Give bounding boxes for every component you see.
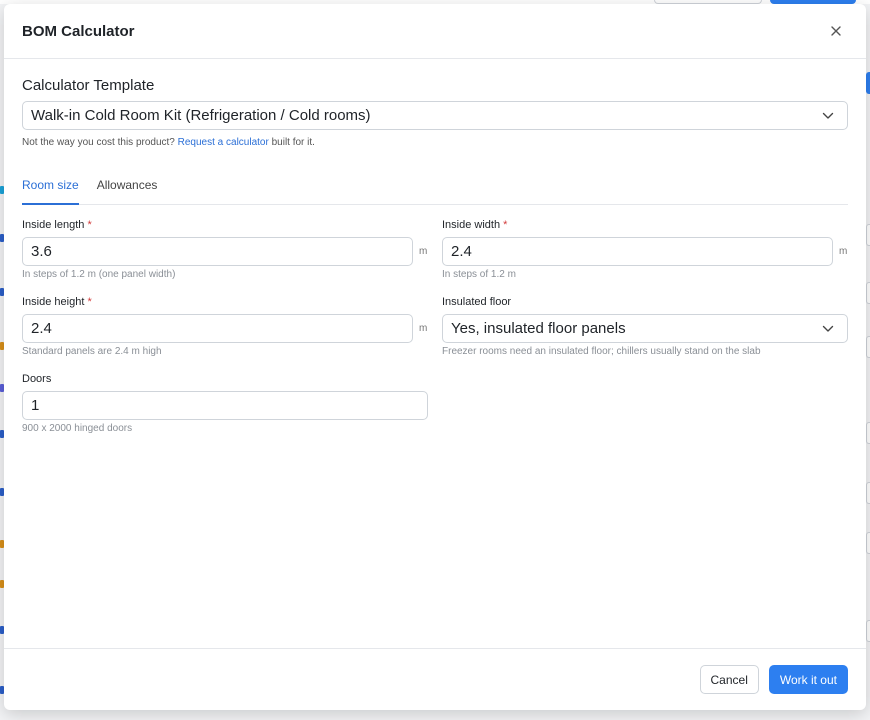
dialog-title: BOM Calculator (22, 22, 135, 40)
dialog-body: Calculator Template Walk-in Cold Room Ki… (4, 59, 866, 649)
inside-length-input[interactable] (22, 237, 413, 266)
inside-length-label: Inside length * (22, 219, 92, 231)
inside-width-label: Inside width * (442, 219, 508, 231)
cancel-button[interactable]: Cancel (699, 665, 759, 694)
inside-height-field: Inside height * m Standard panels are 2.… (22, 296, 432, 357)
close-button[interactable] (824, 19, 848, 43)
background-row-edge (866, 336, 870, 358)
inside-width-input[interactable] (442, 237, 833, 266)
background-row-edge (866, 422, 870, 444)
inside-height-unit: m (419, 323, 428, 334)
dialog-header: BOM Calculator (4, 4, 866, 59)
inside-height-hint: Standard panels are 2.4 m high (22, 346, 162, 357)
template-label: Calculator Template (22, 77, 155, 94)
dialog-footer: Cancel Work it out (4, 648, 866, 710)
close-icon (831, 26, 841, 36)
doors-hint: 900 x 2000 hinged doors (22, 423, 133, 434)
inside-height-input[interactable] (22, 314, 413, 343)
template-hint-suffix: built for it. (271, 137, 315, 148)
inside-width-field: Inside width * m In steps of 1.2 m (442, 219, 852, 280)
inside-length-hint: In steps of 1.2 m (one panel width) (22, 269, 176, 280)
doors-label: Doors (22, 373, 52, 385)
bom-calculator-dialog: BOM Calculator Calculator Template Walk-… (4, 4, 866, 710)
background-row-edge (866, 282, 870, 304)
inside-length-unit: m (419, 246, 428, 257)
insulated-floor-select[interactable]: Yes, insulated floor panels (442, 314, 848, 343)
inside-width-unit: m (839, 246, 848, 257)
chevron-down-icon (821, 322, 835, 336)
background-row-edge (866, 620, 870, 642)
background-row-edge (866, 224, 870, 246)
work-it-out-button[interactable]: Work it out (768, 665, 848, 694)
insulated-floor-value: Yes, insulated floor panels (451, 320, 626, 337)
tab-allowances[interactable]: Allowances (97, 172, 158, 205)
doors-input[interactable] (22, 391, 428, 420)
insulated-floor-hint: Freezer rooms need an insulated floor; c… (442, 346, 761, 357)
tab-room-size[interactable]: Room size (22, 172, 79, 205)
insulated-floor-field: Insulated floor Yes, insulated floor pan… (442, 296, 848, 357)
inside-height-label: Inside height * (22, 296, 92, 308)
inside-length-field: Inside length * m In steps of 1.2 m (one… (22, 219, 432, 280)
doors-field: Doors 900 x 2000 hinged doors (22, 373, 428, 434)
request-calculator-link[interactable]: Request a calculator (178, 137, 269, 148)
template-select-value: Walk-in Cold Room Kit (Refrigeration / C… (31, 107, 371, 124)
tab-bar: Room size Allowances (22, 172, 848, 205)
insulated-floor-label: Insulated floor (442, 296, 512, 308)
background-row-edge (866, 72, 870, 94)
template-hint-prefix: Not the way you cost this product? (22, 137, 175, 148)
background-row-edge (866, 532, 870, 554)
chevron-down-icon (821, 109, 835, 123)
inside-width-hint: In steps of 1.2 m (442, 269, 516, 280)
template-select[interactable]: Walk-in Cold Room Kit (Refrigeration / C… (22, 101, 848, 130)
background-row-edge (866, 482, 870, 504)
template-hint: Not the way you cost this product? Reque… (22, 137, 848, 148)
